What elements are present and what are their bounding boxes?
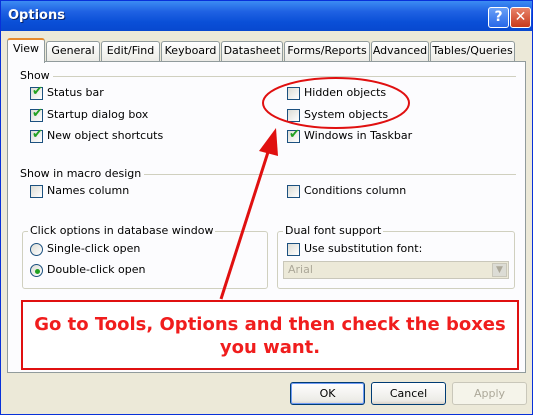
click-options-heading: Click options in database window bbox=[28, 224, 216, 237]
chevron-down-icon[interactable]: ▼ bbox=[492, 263, 507, 277]
callout-line-2: you want. bbox=[219, 337, 321, 358]
checkbox-box bbox=[30, 185, 43, 198]
show-heading: Show bbox=[20, 69, 53, 82]
tab-keyboard[interactable]: Keyboard bbox=[161, 41, 220, 61]
radio-circle bbox=[30, 264, 43, 277]
tab-general[interactable]: General bbox=[46, 41, 100, 61]
tab-datasheet[interactable]: Datasheet bbox=[221, 41, 283, 61]
startup-dialog-label: Startup dialog box bbox=[47, 108, 149, 121]
use-substitution-label: Use substitution font: bbox=[304, 242, 423, 255]
macro-divider bbox=[141, 174, 516, 175]
tab-advanced[interactable]: Advanced bbox=[371, 41, 429, 61]
check-icon: ✔ bbox=[32, 84, 43, 99]
tab-forms-reports[interactable]: Forms/Reports bbox=[284, 41, 370, 61]
checkbox-box: ✔ bbox=[30, 106, 43, 122]
double-click-label: Double-click open bbox=[47, 263, 146, 276]
new-object-shortcuts-label: New object shortcuts bbox=[47, 129, 164, 142]
conditions-column-label: Conditions column bbox=[304, 184, 407, 197]
tab-view[interactable]: View bbox=[7, 38, 45, 63]
font-select-value: Arial bbox=[288, 263, 313, 276]
tab-edit-find[interactable]: Edit/Find bbox=[101, 41, 160, 61]
callout-line-1: Go to Tools, Options and then check the … bbox=[34, 314, 506, 335]
system-objects-label: System objects bbox=[304, 108, 389, 121]
close-button[interactable]: ✕ bbox=[510, 7, 531, 28]
ok-button[interactable]: OK bbox=[290, 382, 365, 405]
checkbox-box bbox=[287, 243, 300, 256]
macro-heading: Show in macro design bbox=[20, 167, 145, 180]
checkbox-box bbox=[287, 109, 300, 122]
help-button[interactable]: ? bbox=[488, 7, 509, 28]
checkbox-box bbox=[287, 185, 300, 198]
names-column-label: Names column bbox=[47, 184, 130, 197]
radio-dot-icon bbox=[35, 269, 40, 274]
tab-tables-queries[interactable]: Tables/Queries bbox=[430, 41, 515, 61]
windows-in-taskbar-label: Windows in Taskbar bbox=[304, 129, 413, 142]
options-dialog: Options ? ✕ View General Edit/Find Keybo… bbox=[0, 0, 533, 415]
radio-circle bbox=[30, 243, 43, 256]
hidden-objects-label: Hidden objects bbox=[304, 86, 387, 99]
status-bar-label: Status bar bbox=[47, 86, 104, 99]
checkbox-box: ✔ bbox=[30, 127, 43, 143]
single-click-label: Single-click open bbox=[47, 242, 141, 255]
dual-font-group bbox=[277, 231, 515, 289]
checkbox-box: ✔ bbox=[287, 127, 300, 143]
instruction-callout: Go to Tools, Options and then check the … bbox=[21, 300, 519, 370]
dual-font-heading: Dual font support bbox=[283, 224, 384, 237]
cancel-button[interactable]: Cancel bbox=[371, 382, 446, 405]
click-options-group bbox=[22, 231, 268, 289]
check-icon: ✔ bbox=[289, 127, 300, 142]
checkbox-box bbox=[287, 87, 300, 100]
show-divider bbox=[49, 76, 516, 77]
apply-button[interactable]: Apply bbox=[452, 382, 527, 405]
checkbox-box: ✔ bbox=[30, 84, 43, 100]
window-title: Options bbox=[8, 8, 65, 23]
title-bar[interactable]: Options ? ✕ bbox=[1, 1, 532, 31]
check-icon: ✔ bbox=[32, 106, 43, 121]
check-icon: ✔ bbox=[32, 127, 43, 142]
substitution-font-select[interactable]: Arial ▼ bbox=[283, 261, 509, 279]
